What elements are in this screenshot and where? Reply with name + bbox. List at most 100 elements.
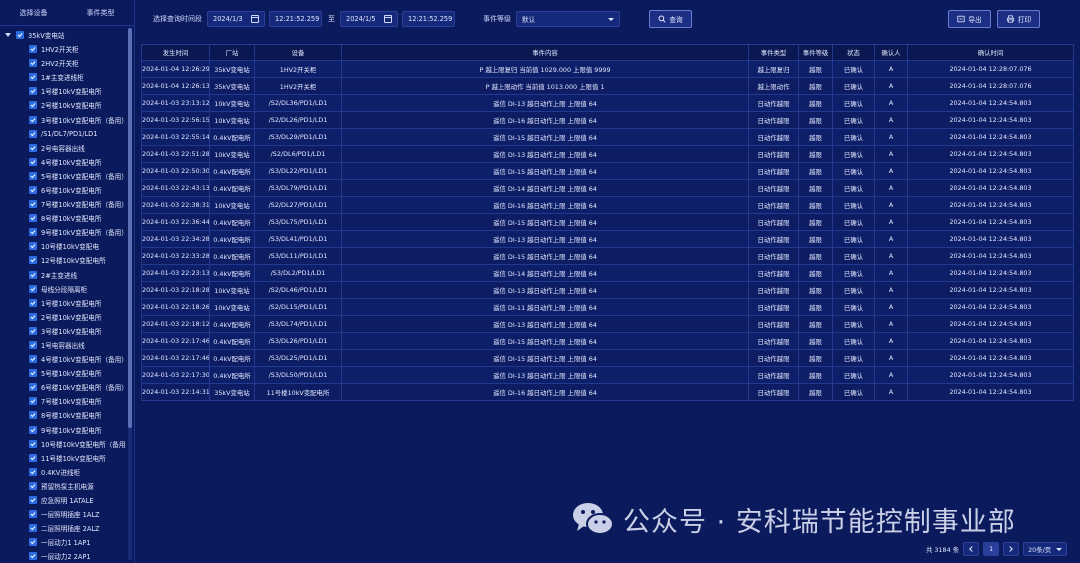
tree-item[interactable]: 2号电容器出线 — [0, 141, 126, 155]
table-row[interactable]: 2024-01-04 12:26:29.65435kV变电站1HV2开关柜P 越… — [141, 60, 1074, 78]
tree-item[interactable]: 母线分段隔离柜 — [0, 282, 126, 296]
end-date-field[interactable]: 2024/1/5 — [340, 11, 398, 27]
checkbox-checked-icon[interactable] — [29, 538, 37, 547]
checkbox-checked-icon[interactable] — [16, 31, 24, 39]
checkbox-checked-icon[interactable] — [29, 312, 37, 321]
checkbox-checked-icon[interactable] — [29, 256, 37, 265]
tree-item[interactable]: 9号楼10kV变配电所（备用） — [0, 225, 126, 239]
table-row[interactable]: 2024-01-03 22:55:14.1140.4kV配电所/S3/DL29/… — [141, 128, 1074, 146]
checkbox-checked-icon[interactable] — [29, 383, 37, 392]
checkbox-checked-icon[interactable] — [29, 284, 37, 293]
table-row[interactable]: 2024-01-03 22:43:13.0610.4kV配电所/S3/DL79/… — [141, 179, 1074, 197]
tree-item[interactable]: 7号楼10kV变配电所（备用） — [0, 197, 126, 211]
tree-item[interactable]: 二层照明插座 2ALZ — [0, 521, 126, 535]
tree-item[interactable]: 1号电容器出线 — [0, 338, 126, 352]
tree-item[interactable]: 6号楼10kV变配电所（备用） — [0, 380, 126, 394]
sidebar-scrollbar[interactable] — [128, 28, 132, 560]
tree-item[interactable]: 1HV2开关柜 — [0, 42, 126, 56]
checkbox-checked-icon[interactable] — [29, 87, 37, 96]
checkbox-checked-icon[interactable] — [29, 214, 37, 223]
tree-item[interactable]: 1号楼10kV变配电所 — [0, 84, 126, 98]
table-row[interactable]: 2024-01-03 22:14:31.65935kV变电站11号楼10kV变配… — [141, 383, 1074, 401]
calendar-icon[interactable] — [384, 15, 392, 23]
tree-item[interactable]: 12号楼10kV变配电所 — [0, 253, 126, 267]
tree-item[interactable]: 7号楼10kV变配电所 — [0, 394, 126, 408]
event-level-select[interactable]: 默认 — [516, 11, 620, 27]
tree-item[interactable]: 8号楼10kV变配电所 — [0, 211, 126, 225]
checkbox-checked-icon[interactable] — [29, 228, 37, 237]
tree-item[interactable]: 一层照明插座 1ALZ — [0, 507, 126, 521]
page-size-select[interactable]: 20条/页 — [1023, 542, 1068, 556]
checkbox-checked-icon[interactable] — [29, 171, 37, 180]
table-row[interactable]: 2024-01-03 23:13:12.11310kV变电站/S2/DL36/P… — [141, 94, 1074, 112]
checkbox-checked-icon[interactable] — [29, 200, 37, 209]
checkbox-checked-icon[interactable] — [29, 59, 37, 68]
tree-item[interactable]: 2#主变进线 — [0, 268, 126, 282]
table-row[interactable]: 2024-01-03 22:36:44.9400.4kV配电所/S3/DL75/… — [141, 213, 1074, 231]
start-time-field[interactable]: 12:21:52.259 — [269, 11, 322, 27]
checkbox-checked-icon[interactable] — [29, 101, 37, 110]
checkbox-checked-icon[interactable] — [29, 411, 37, 420]
checkbox-checked-icon[interactable] — [29, 369, 37, 378]
checkbox-checked-icon[interactable] — [29, 270, 37, 279]
checkbox-checked-icon[interactable] — [29, 481, 37, 490]
tab-select-device[interactable]: 选择设备 — [20, 8, 48, 18]
table-row[interactable]: 2024-01-03 22:34:28.6670.4kV配电所/S3/DL41/… — [141, 230, 1074, 248]
checkbox-checked-icon[interactable] — [29, 397, 37, 406]
tree-item[interactable]: 1#主变进线柜 — [0, 70, 126, 84]
table-row[interactable]: 2024-01-03 22:18:26.05210kV变电站/S2/DL15/P… — [141, 298, 1074, 316]
tree-item[interactable]: 6号楼10kV变配电所 — [0, 183, 126, 197]
tree-item[interactable]: 11号楼10kV变配电所 — [0, 451, 126, 465]
table-row[interactable]: 2024-01-03 22:38:31.75310kV变电站/S2/DL27/P… — [141, 196, 1074, 214]
tree-item[interactable]: 9号楼10kV变配电所 — [0, 423, 126, 437]
table-row[interactable]: 2024-01-03 22:18:28.07810kV变电站/S2/DL46/P… — [141, 281, 1074, 299]
current-page-button[interactable]: 1 — [983, 542, 1000, 556]
checkbox-checked-icon[interactable] — [29, 45, 37, 54]
calendar-icon[interactable] — [251, 15, 259, 23]
tree-item[interactable]: 2HV2开关柜 — [0, 56, 126, 70]
checkbox-checked-icon[interactable] — [29, 524, 37, 533]
table-row[interactable]: 2024-01-03 22:56:15.36510kV变电站/S2/DL26/P… — [141, 111, 1074, 129]
tree-item[interactable]: 4号楼10kV变配电所（备用） — [0, 352, 126, 366]
tree-item[interactable]: 10号楼10kV变配电所（备用） — [0, 437, 126, 451]
expand-arrow-icon[interactable] — [5, 33, 11, 37]
table-row[interactable]: 2024-01-03 22:33:28.0730.4kV配电所/S3/DL11/… — [141, 247, 1074, 265]
tree-root-35kv[interactable]: 35kV变电站 — [0, 28, 126, 42]
checkbox-checked-icon[interactable] — [29, 129, 37, 138]
tree-item[interactable]: 应急照明 1ATALE — [0, 493, 126, 507]
checkbox-checked-icon[interactable] — [29, 73, 37, 82]
tree-item[interactable]: 10号楼10kV变配电 — [0, 239, 126, 253]
tree-item[interactable]: 一层动力1 1AP1 — [0, 535, 126, 549]
end-time-field[interactable]: 12:21:52.259 — [402, 11, 455, 27]
tree-item[interactable]: /S1/DL7/PD1/LD1 — [0, 127, 126, 141]
checkbox-checked-icon[interactable] — [29, 439, 37, 448]
checkbox-checked-icon[interactable] — [29, 355, 37, 364]
checkbox-checked-icon[interactable] — [29, 453, 37, 462]
next-page-button[interactable] — [1003, 542, 1020, 556]
checkbox-checked-icon[interactable] — [29, 467, 37, 476]
table-row[interactable]: 2024-01-03 22:17:46.6650.4kV配电所/S3/DL25/… — [141, 349, 1074, 367]
checkbox-checked-icon[interactable] — [29, 496, 37, 505]
tree-item[interactable]: 0.4KV进线柜 — [0, 465, 126, 479]
print-button[interactable]: 打印 — [997, 10, 1040, 28]
start-date-field[interactable]: 2024/1/3 — [207, 11, 265, 27]
table-row[interactable]: 2024-01-03 22:51:28.92410kV变电站/S2/DL6/PD… — [141, 145, 1074, 163]
tree-item[interactable]: 5号楼10kV变配电所（备用） — [0, 169, 126, 183]
table-row[interactable]: 2024-01-04 12:26:13.84235kV变电站1HV2开关柜P 越… — [141, 77, 1074, 95]
checkbox-checked-icon[interactable] — [29, 242, 37, 251]
checkbox-checked-icon[interactable] — [29, 143, 37, 152]
checkbox-checked-icon[interactable] — [29, 510, 37, 519]
checkbox-checked-icon[interactable] — [29, 326, 37, 335]
tree-item[interactable]: 2号楼10kV变配电所 — [0, 98, 126, 112]
table-row[interactable]: 2024-01-03 22:18:12.2330.4kV配电所/S3/DL74/… — [141, 315, 1074, 333]
checkbox-checked-icon[interactable] — [29, 298, 37, 307]
table-row[interactable]: 2024-01-03 22:17:46.9590.4kV配电所/S3/DL26/… — [141, 332, 1074, 350]
tree-item[interactable]: 8号楼10kV变配电所 — [0, 408, 126, 422]
tree-item[interactable]: 4号楼10kV变配电所 — [0, 155, 126, 169]
prev-page-button[interactable] — [963, 542, 980, 556]
query-button[interactable]: 查询 — [649, 10, 692, 28]
sidebar-scroll-thumb[interactable] — [128, 28, 132, 428]
checkbox-checked-icon[interactable] — [29, 115, 37, 124]
tree-item[interactable]: 预留热泵主机电源 — [0, 479, 126, 493]
table-row[interactable]: 2024-01-03 22:23:13.1560.4kV配电所/S3/DL2/P… — [141, 264, 1074, 282]
